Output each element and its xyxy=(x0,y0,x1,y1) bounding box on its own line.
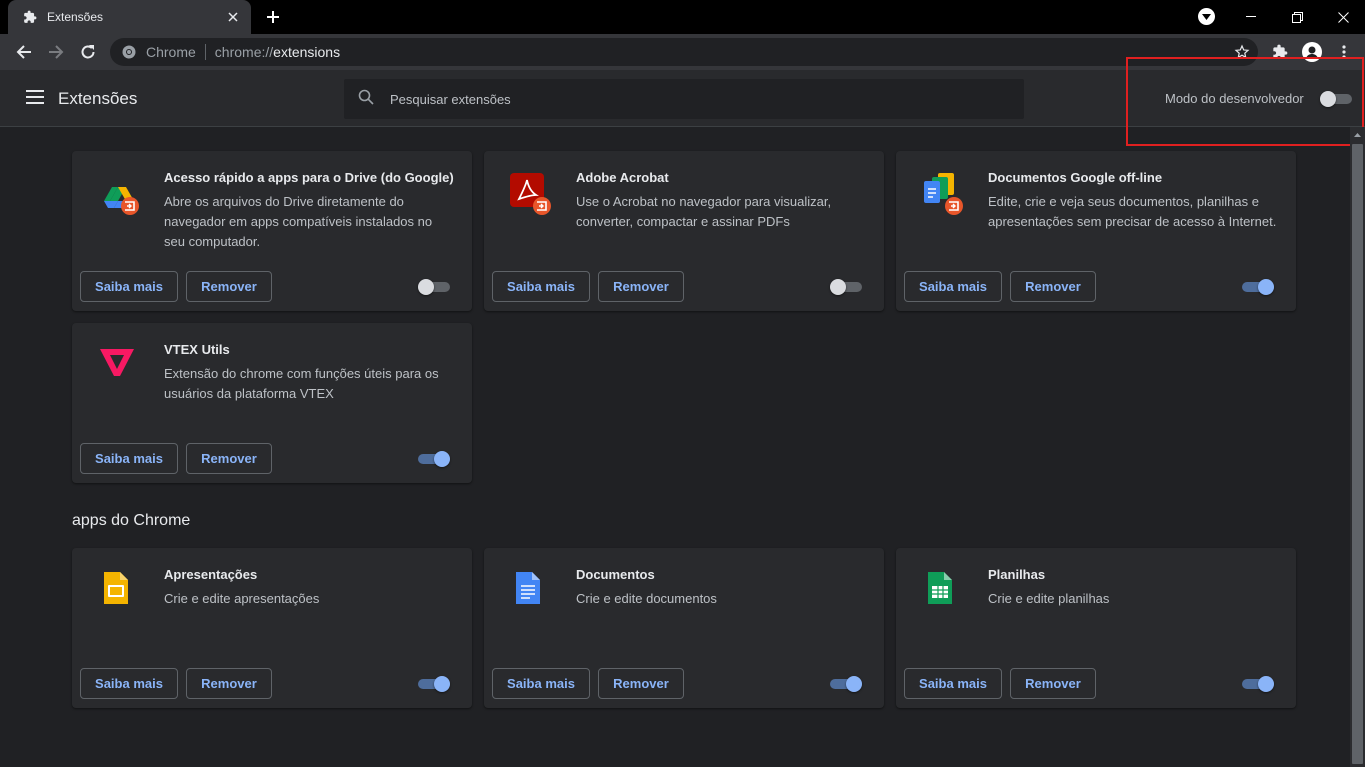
learn-more-button[interactable]: Saiba mais xyxy=(80,668,178,699)
chrome-icon xyxy=(122,45,136,59)
profile-avatar-icon[interactable] xyxy=(1302,42,1322,62)
google-docs-icon xyxy=(510,568,550,608)
extension-name: Adobe Acrobat xyxy=(576,170,669,185)
browser-toolbar: Chrome chrome:// extensions xyxy=(0,34,1365,70)
tab-strip: Extensões xyxy=(0,0,1365,34)
app-card: Apresentações Crie e edite apresentações… xyxy=(72,548,472,708)
app-name: Documentos xyxy=(576,567,655,582)
enable-toggle[interactable] xyxy=(1242,676,1274,692)
search-box[interactable] xyxy=(344,79,1024,119)
close-tab-icon[interactable] xyxy=(225,9,241,25)
extension-name: VTEX Utils xyxy=(164,342,230,357)
toggle-knob xyxy=(1320,91,1336,107)
search-icon xyxy=(358,89,374,110)
bookmark-star-icon[interactable] xyxy=(1234,44,1250,63)
enable-toggle[interactable] xyxy=(418,676,450,692)
app-name: Apresentações xyxy=(164,567,258,582)
enable-toggle[interactable] xyxy=(418,451,450,467)
google-drive-icon xyxy=(98,171,139,215)
extension-description: Edite, crie e veja seus documentos, plan… xyxy=(988,194,1277,229)
extensions-puzzle-icon[interactable] xyxy=(1270,42,1290,62)
developer-mode-label: Modo do desenvolvedor xyxy=(1165,91,1304,106)
scrollbar[interactable] xyxy=(1350,127,1365,767)
enable-toggle[interactable] xyxy=(418,279,450,295)
learn-more-button[interactable]: Saiba mais xyxy=(492,271,590,302)
app-description: Crie e edite documentos xyxy=(576,591,717,606)
search-input[interactable] xyxy=(390,91,990,107)
omnibox-site-label: Chrome xyxy=(146,44,196,60)
app-description: Crie e edite apresentações xyxy=(164,591,320,606)
close-window-icon[interactable] xyxy=(1320,0,1365,34)
google-sheets-icon xyxy=(922,568,962,608)
extension-card: Documentos Google off-line Edite, crie e… xyxy=(896,151,1296,311)
omnibox-separator xyxy=(204,44,206,60)
apps-section-title: apps do Chrome xyxy=(72,512,191,529)
learn-more-button[interactable]: Saiba mais xyxy=(80,271,178,302)
app-name: Planilhas xyxy=(988,567,1046,582)
extension-card: VTEX Utils Extensão do chrome com funçõe… xyxy=(72,323,472,483)
hamburger-menu-icon[interactable] xyxy=(26,90,44,104)
new-tab-icon[interactable] xyxy=(262,6,284,28)
remove-button[interactable]: Remover xyxy=(1010,271,1096,302)
enable-toggle[interactable] xyxy=(830,676,862,692)
remove-button[interactable]: Remover xyxy=(186,271,272,302)
remove-button[interactable]: Remover xyxy=(598,271,684,302)
minimize-icon[interactable] xyxy=(1228,0,1274,34)
remove-button[interactable]: Remover xyxy=(186,668,272,699)
learn-more-button[interactable]: Saiba mais xyxy=(904,668,1002,699)
app-card: Documentos Crie e edite documentos Saiba… xyxy=(484,548,884,708)
extension-description: Extensão do chrome com funções úteis par… xyxy=(164,366,439,401)
extension-description: Use o Acrobat no navegador para visualiz… xyxy=(576,194,832,229)
omnibox-scheme: chrome:// xyxy=(214,44,274,60)
learn-more-button[interactable]: Saiba mais xyxy=(492,668,590,699)
scrollbar-thumb[interactable] xyxy=(1352,144,1363,764)
learn-more-button[interactable]: Saiba mais xyxy=(80,443,178,474)
developer-mode-toggle[interactable] xyxy=(1320,91,1352,107)
extensions-header: Extensões Modo do desenvolvedor xyxy=(0,70,1365,127)
forward-icon[interactable] xyxy=(43,39,69,65)
remove-button[interactable]: Remover xyxy=(1010,668,1096,699)
puzzle-icon xyxy=(22,9,38,25)
tab-search-icon[interactable] xyxy=(1198,8,1215,25)
tab-title: Extensões xyxy=(47,10,104,24)
extension-card: Acesso rápido a apps para o Drive (do Go… xyxy=(72,151,472,311)
kebab-menu-icon[interactable] xyxy=(1334,42,1354,62)
app-description: Crie e edite planilhas xyxy=(988,591,1110,606)
remove-button[interactable]: Remover xyxy=(598,668,684,699)
remove-button[interactable]: Remover xyxy=(186,443,272,474)
adobe-acrobat-icon xyxy=(510,171,551,215)
extension-name: Documentos Google off-line xyxy=(988,170,1163,185)
extension-description: Abre os arquivos do Drive diretamente do… xyxy=(164,194,433,249)
address-bar[interactable]: Chrome chrome:// extensions xyxy=(110,38,1258,66)
reload-icon[interactable] xyxy=(75,39,101,65)
enable-toggle[interactable] xyxy=(1242,279,1274,295)
google-slides-icon xyxy=(98,568,138,608)
app-card: Planilhas Crie e edite planilhas Saiba m… xyxy=(896,548,1296,708)
google-docs-offline-icon xyxy=(922,171,963,215)
scroll-up-arrow-icon[interactable] xyxy=(1350,127,1365,142)
extension-card: Adobe Acrobat Use o Acrobat no navegador… xyxy=(484,151,884,311)
restore-icon[interactable] xyxy=(1274,0,1320,34)
page-title: Extensões xyxy=(58,89,138,108)
extension-name: Acesso rápido a apps para o Drive (do Go… xyxy=(164,170,454,185)
back-icon[interactable] xyxy=(11,39,37,65)
enable-toggle[interactable] xyxy=(830,279,862,295)
learn-more-button[interactable]: Saiba mais xyxy=(904,271,1002,302)
omnibox-host: extensions xyxy=(273,44,341,60)
tab-extensions[interactable]: Extensões xyxy=(8,0,251,34)
vtex-icon xyxy=(98,343,138,383)
